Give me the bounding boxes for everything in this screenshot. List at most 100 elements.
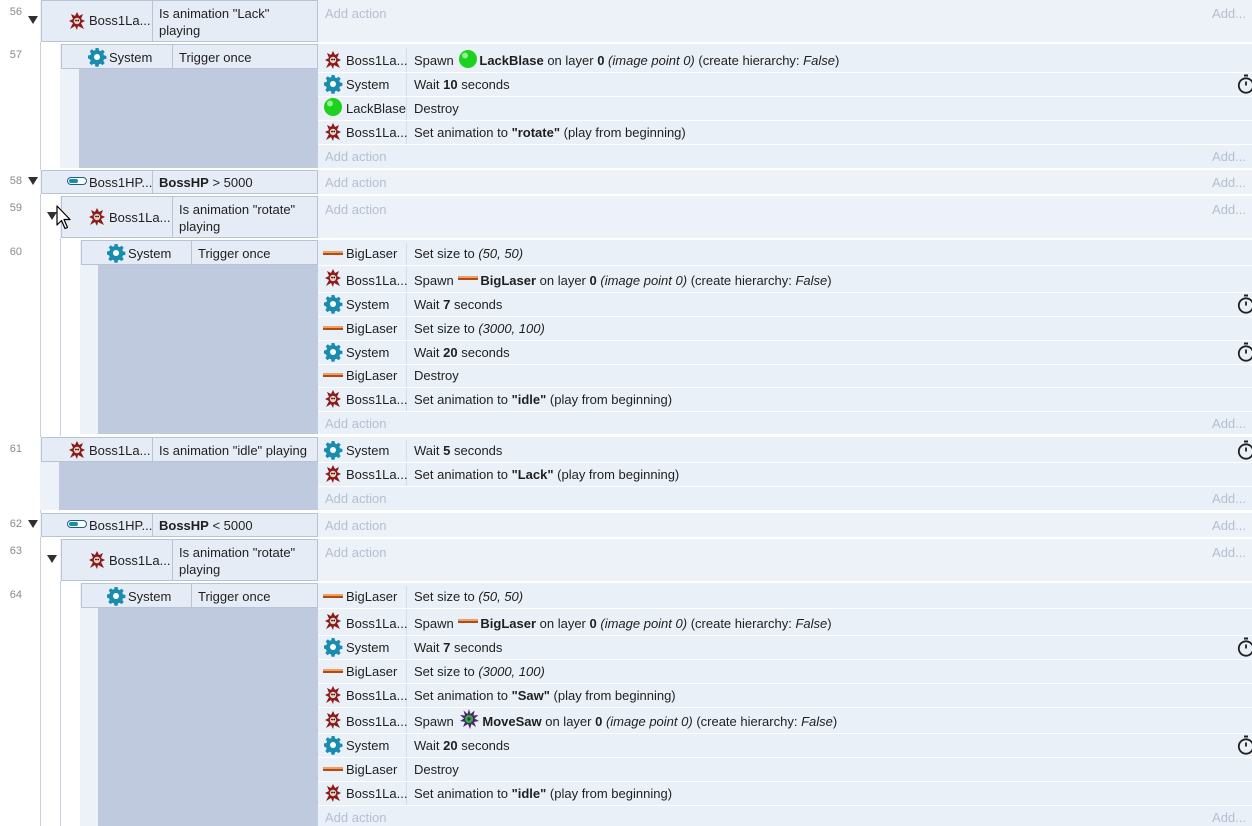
action-text: Wait 7 seconds: [414, 297, 503, 312]
add-action-link[interactable]: Add action: [325, 202, 386, 217]
stopwatch-icon: [1236, 637, 1252, 657]
line-number: 58: [9, 175, 22, 187]
action-text: Wait 7 seconds: [414, 640, 503, 655]
action-object: Boss1La...: [346, 688, 408, 703]
condition-separator: [191, 241, 192, 264]
line-number: 60: [9, 246, 22, 258]
add-action-link[interactable]: Add action: [325, 545, 386, 560]
boss-sprite-icon: [87, 207, 107, 227]
action-text: Set animation to "idle" (play from begin…: [414, 392, 673, 407]
collapse-triangle-icon[interactable]: [28, 177, 38, 185]
action-text: Destroy: [414, 101, 459, 116]
boss-sprite-icon: [87, 550, 107, 570]
boss-sprite-icon: [67, 440, 87, 460]
add-action-link[interactable]: Add action: [325, 491, 386, 506]
action-object: Boss1La...: [346, 273, 408, 288]
add-link[interactable]: Add...: [1212, 149, 1246, 164]
action-object: BigLaser: [346, 246, 398, 261]
action-object: Boss1La...: [346, 125, 408, 140]
collapse-triangle-icon[interactable]: [28, 16, 38, 24]
gear-icon: [106, 243, 126, 263]
tree-guide-line: [60, 236, 61, 436]
add-action-link[interactable]: Add action: [325, 175, 386, 190]
action-object: Boss1La...: [346, 392, 408, 407]
laser-beam-icon: [458, 268, 478, 288]
add-link[interactable]: Add...: [1212, 175, 1246, 190]
condition-separator: [172, 45, 173, 68]
condition-separator: [152, 438, 153, 461]
hp-bar-icon: [67, 519, 87, 529]
add-action-link[interactable]: Add action: [325, 6, 386, 21]
line-number: 56: [9, 6, 22, 18]
line-number: 63: [9, 545, 22, 557]
action-text: Set size to (50, 50): [414, 589, 524, 604]
condition-text: Trigger once: [198, 589, 271, 604]
action-object: BigLaser: [346, 762, 398, 777]
condition-object: System: [109, 50, 153, 65]
laser-beam-icon: [323, 759, 343, 779]
action-object: LackBlase: [346, 101, 406, 116]
add-action-link[interactable]: Add action: [325, 416, 386, 431]
boss-sprite-icon: [323, 710, 343, 730]
action-object: System: [346, 443, 390, 458]
action-object: System: [346, 640, 390, 655]
condition-object: Boss1HP...: [89, 518, 153, 533]
condition-area: [98, 608, 318, 826]
action-object: Boss1La...: [346, 786, 408, 801]
action-text: Set animation to "Saw" (play from beginn…: [414, 688, 676, 703]
add-action-link[interactable]: Add action: [325, 810, 386, 825]
action-text: Set animation to "Lack" (play from begin…: [414, 467, 680, 482]
collapse-triangle-icon[interactable]: [28, 520, 38, 528]
laser-beam-icon: [323, 661, 343, 681]
add-link[interactable]: Add...: [1212, 518, 1246, 533]
gear-icon: [106, 586, 126, 606]
condition-text: Is animation "rotate" playing: [179, 545, 296, 577]
condition-area: [59, 462, 318, 510]
boss-sprite-icon: [67, 11, 87, 31]
add-action-link[interactable]: Add action: [325, 149, 386, 164]
condition-object: Boss1La...: [89, 13, 151, 28]
condition-separator: [152, 1, 153, 41]
gear-icon: [323, 440, 343, 460]
action-text: Spawn MoveSaw on layer 0 (image point 0)…: [414, 714, 837, 729]
boss-sprite-icon: [323, 389, 343, 409]
condition-object: Boss1La...: [89, 443, 151, 458]
add-link[interactable]: Add...: [1212, 491, 1246, 506]
gear-icon: [87, 47, 107, 67]
action-text: Spawn BigLaser on layer 0 (image point 0…: [414, 273, 832, 288]
action-text: Wait 20 seconds: [414, 738, 510, 753]
action-text: Destroy: [414, 368, 459, 383]
gear-icon: [323, 637, 343, 657]
action-text: Set size to (3000, 100): [414, 321, 545, 336]
green-orb-icon: [323, 97, 343, 117]
add-link[interactable]: Add...: [1212, 416, 1246, 431]
action-text: Set animation to "rotate" (play from beg…: [414, 125, 686, 140]
condition-separator: [172, 540, 173, 580]
gear-icon: [323, 74, 343, 94]
condition-object: System: [128, 589, 172, 604]
add-link[interactable]: Add...: [1212, 6, 1246, 21]
boss-sprite-icon: [323, 50, 343, 70]
action-text: Spawn BigLaser on layer 0 (image point 0…: [414, 616, 832, 631]
laser-beam-icon: [323, 365, 343, 385]
spiked-saw-icon: [459, 709, 479, 729]
line-number: 62: [9, 518, 22, 530]
add-link[interactable]: Add...: [1212, 545, 1246, 560]
action-text: Spawn LackBlase on layer 0 (image point …: [414, 53, 839, 69]
stopwatch-icon: [1236, 294, 1252, 314]
condition-object: System: [128, 246, 172, 261]
add-link[interactable]: Add...: [1212, 810, 1246, 825]
stopwatch-icon: [1236, 735, 1252, 755]
stopwatch-icon: [1236, 74, 1252, 94]
action-text: Wait 10 seconds: [414, 77, 510, 92]
add-action-link[interactable]: Add action: [325, 518, 386, 533]
condition-text: Is animation "rotate" playing: [179, 202, 296, 234]
action-object: System: [346, 297, 390, 312]
collapse-triangle-icon[interactable]: [47, 555, 57, 563]
gear-icon: [323, 294, 343, 314]
add-link[interactable]: Add...: [1212, 202, 1246, 217]
action-object: BigLaser: [346, 321, 398, 336]
action-object: Boss1La...: [346, 616, 408, 631]
boss-sprite-icon: [323, 464, 343, 484]
action-object: BigLaser: [346, 368, 398, 383]
